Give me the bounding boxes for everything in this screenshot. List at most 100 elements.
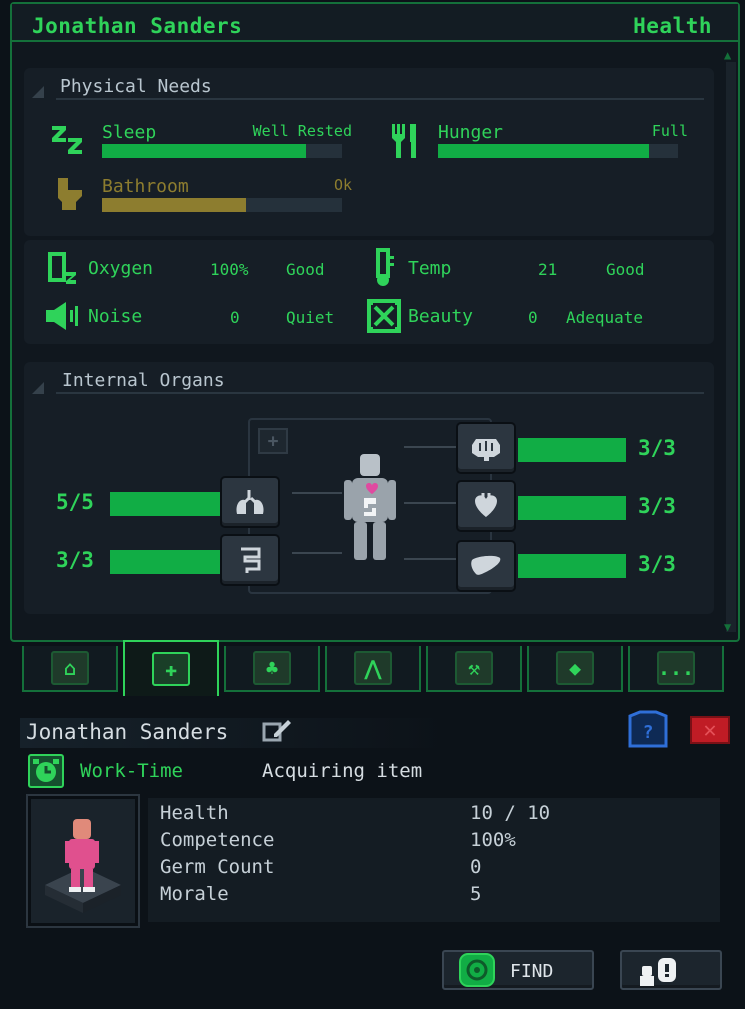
tab-home[interactable]: ⌂ [22,646,118,692]
oxygen-label: Oxygen [88,258,154,279]
find-button[interactable]: FIND [442,950,594,990]
section-divider [56,98,704,100]
bathroom-bar [102,198,342,212]
liver-health-bar [518,554,626,578]
brain-health-bar [518,438,626,462]
tab-nature[interactable]: ♣ [224,646,320,692]
rename-pencil-icon[interactable] [262,716,292,744]
crew-name-title: Jonathan Sanders [32,14,243,38]
attr-label: Competence [160,829,275,851]
connector-line [292,492,342,494]
attr-value: 0 [470,856,482,878]
internal-organs-section: Internal Organs + 5/5 3/3 3/3 3/3 3/3 [24,362,714,614]
hunger-bar-fill [438,144,650,158]
scroll-down-icon[interactable]: ▼ [724,620,731,634]
tab-helmet[interactable]: ◆ [527,646,623,692]
beauty-status: Adequate [566,308,644,327]
connector-line [292,552,342,554]
liver-icon [471,555,501,575]
noise-value: 0 [230,308,240,327]
heart-health-bar [518,496,626,520]
scrollbar[interactable] [726,62,736,632]
temp-status: Good [606,260,645,279]
brain-icon [472,439,500,461]
attr-value: 5 [470,883,482,905]
chevron-rank-icon: ⋀ [354,651,392,685]
oxygen-value: 100% [210,260,249,279]
home-icon: ⌂ [51,651,89,685]
thermometer-icon [372,248,396,288]
body-silhouette [340,452,400,564]
help-shirt-icon[interactable]: ? [626,710,670,748]
beauty-value: 0 [528,308,538,327]
crew-figures-icon [636,954,684,988]
find-target-icon [458,952,496,988]
panel-title: Health [633,14,712,38]
oxygen-icon [48,250,80,286]
more-icon: ... [657,651,695,685]
heart-button[interactable] [456,480,516,532]
sleep-status: Well Rested [252,122,352,140]
heart-icon [475,493,497,517]
panel-header: Jonathan Sanders Health [12,4,738,42]
hunger-bar [438,144,678,158]
toilet-icon [54,176,84,212]
helmet-icon: ◆ [556,651,594,685]
attr-label: Germ Count [160,856,275,878]
character-portrait[interactable] [26,794,140,928]
collapse-triangle-icon[interactable] [32,86,44,98]
attributes-table: Health 10 / 10 Competence 100% Germ Coun… [148,798,720,922]
noise-status: Quiet [286,308,335,327]
intestines-icon [241,547,261,573]
scroll-up-icon[interactable]: ▲ [724,48,731,62]
lungs-count: 5/5 [56,490,94,514]
connector-line [404,502,460,504]
brain-count: 3/3 [638,436,676,460]
physical-needs-section: Physical Needs Sleep Well Rested Hunger … [24,68,714,236]
liver-count: 3/3 [638,552,676,576]
find-label: FIND [510,961,554,982]
lungs-icon [236,490,264,514]
close-button[interactable]: ✕ [690,716,730,744]
schedule-label: Work-Time [80,760,183,782]
health-cross-icon: ✚ [152,652,190,686]
temp-value: 21 [538,260,558,279]
attr-label: Morale [160,883,229,905]
current-task: Acquiring item [262,760,423,782]
temp-label: Temp [408,258,452,279]
attr-value: 100% [470,829,516,851]
connector-line [404,558,460,560]
hammer-wrench-icon: ⚒ [455,651,493,685]
oxygen-status: Good [286,260,325,279]
tree-icon: ♣ [253,651,291,685]
collapse-triangle-icon[interactable] [32,382,44,394]
character-panel: Jonathan Sanders ? ✕ Work-Time Acquiring… [0,710,745,1009]
tab-health[interactable]: ✚ [123,640,219,696]
health-panel: Jonathan Sanders Health Physical Needs S… [10,2,740,642]
svg-text:?: ? [643,722,654,743]
sleep-bar [102,144,342,158]
tab-more[interactable]: ... [628,646,724,692]
character-name: Jonathan Sanders [26,720,229,744]
bathroom-label: Bathroom [102,176,189,197]
intestines-button[interactable] [220,534,280,586]
environment-section: Oxygen 100% Good Temp 21 Good Noise 0 Qu… [24,240,714,344]
tab-work[interactable]: ⚒ [426,646,522,692]
liver-button[interactable] [456,540,516,592]
section-divider [56,392,704,394]
tab-rank[interactable]: ⋀ [325,646,421,692]
lungs-button[interactable] [220,476,280,528]
noise-label: Noise [88,306,143,327]
fork-knife-icon [390,122,420,160]
intestines-health-bar [110,550,222,574]
bathroom-status: Ok [333,176,352,194]
lungs-health-bar [110,492,222,516]
intestines-count: 3/3 [56,548,94,572]
brain-button[interactable] [456,422,516,474]
heart-count: 3/3 [638,494,676,518]
medical-cross-icon: + [258,428,288,454]
sleep-bar-fill [102,144,306,158]
section-title: Physical Needs [60,76,212,97]
beauty-label: Beauty [408,306,474,327]
crew-swap-button[interactable] [620,950,722,990]
